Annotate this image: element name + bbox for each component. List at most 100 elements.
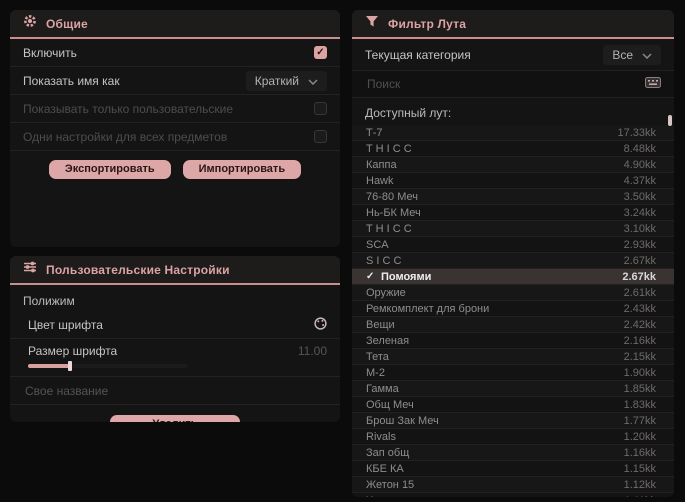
loot-item-name-wrap: Каппа: [366, 159, 397, 171]
loot-item-name: Общ Меч: [366, 398, 414, 411]
loot-item-name-wrap: Нь-БК Меч: [366, 207, 421, 219]
loot-row[interactable]: SCA 2.93kk: [352, 237, 674, 253]
loot-item-value: 1.20kk: [623, 430, 656, 443]
loot-item-name: Тета: [366, 350, 389, 363]
font-size-block: Размер шрифта 11.00: [10, 339, 340, 377]
loot-item-value: 17.33kk: [617, 126, 656, 139]
loot-row[interactable]: Зап общ 1.16kk: [352, 445, 674, 461]
loot-row[interactable]: Брош Зак Меч 1.77kk: [352, 413, 674, 429]
loot-item-value: 1.77kk: [623, 414, 656, 427]
font-size-head: Размер шрифта 11.00: [28, 344, 327, 358]
loot-row[interactable]: Тета 2.15kk: [352, 349, 674, 365]
loot-row[interactable]: Оружие 2.61kk: [352, 285, 674, 301]
loot-row[interactable]: ✓ Помоями 2.67kk: [352, 269, 674, 285]
loot-item-value: 2.16kk: [623, 334, 656, 347]
loot-item-name-wrap: Т-7: [366, 127, 383, 139]
loot-row[interactable]: КБЕ КА 1.15kk: [352, 461, 674, 477]
only-custom-checkbox[interactable]: [314, 102, 327, 115]
show-name-dropdown[interactable]: Краткий: [245, 70, 327, 91]
loot-item-name: Hawk: [366, 174, 394, 187]
loot-row[interactable]: S I C C 2.67kk: [352, 253, 674, 269]
same-settings-label: Одни настройки для всех предметов: [23, 129, 228, 144]
loot-item-value: 1.11kk: [624, 495, 656, 498]
loot-item-name-wrap: Rivals: [366, 431, 396, 443]
loot-item-value: 2.67kk: [622, 270, 656, 283]
chevron-down-icon: [642, 48, 652, 62]
category-dropdown[interactable]: Все: [603, 44, 661, 65]
loot-item-name-wrap: T H I C C: [366, 143, 412, 155]
left-column: Общие Включить ✓ Показать имя как Кратки…: [10, 10, 340, 497]
loot-item-name: Оружие: [366, 286, 406, 299]
loot-row[interactable]: Hawk 4.37kk: [352, 173, 674, 189]
loot-item-name: М-2: [366, 366, 385, 379]
loot-item-value: 2.93kk: [623, 238, 656, 251]
enable-row: Включить ✓: [10, 39, 340, 67]
loot-row[interactable]: Общ Меч 1.83kk: [352, 397, 674, 413]
loot-item-name-wrap: Брош Зак Меч: [366, 415, 439, 427]
loot-item-name: Rivals: [366, 430, 396, 443]
loot-row[interactable]: Каппа 4.90kk: [352, 157, 674, 173]
export-import-row: Экспортировать Импортировать: [10, 151, 340, 179]
same-settings-row: Одни настройки для всех предметов: [10, 123, 340, 151]
loot-row[interactable]: T H I C C 3.10kk: [352, 221, 674, 237]
palette-icon[interactable]: [314, 317, 327, 333]
loot-row[interactable]: T H I C C 8.48kk: [352, 141, 674, 157]
settings-layout: Общие Включить ✓ Показать имя как Кратки…: [10, 10, 674, 497]
loot-item-value: 1.83kk: [623, 398, 656, 411]
loot-item-name: Помоями: [381, 270, 432, 283]
loot-row[interactable]: 76-80 Меч 3.50kk: [352, 189, 674, 205]
font-size-slider[interactable]: [28, 361, 188, 371]
loot-row[interactable]: Вещи 2.42kk: [352, 317, 674, 333]
same-settings-checkbox[interactable]: [314, 130, 327, 143]
loot-item-name-wrap: Hawk: [366, 175, 394, 187]
loot-item-name: Брош Зак Меч: [366, 414, 439, 427]
search-input[interactable]: [365, 76, 609, 92]
delete-button[interactable]: Удалить: [110, 415, 240, 422]
loot-row[interactable]: Гамма 1.85kk: [352, 381, 674, 397]
loot-item-value: 2.67kk: [623, 254, 656, 267]
loot-row[interactable]: Ремкомплект для брони 2.43kk: [352, 301, 674, 317]
loot-filter-panel: Фильтр Лута Текущая категория Все Поиск …: [352, 10, 674, 497]
loot-row[interactable]: Жетон 15 1.12kk: [352, 477, 674, 493]
loot-item-name-wrap: Ремкомплект для брони: [366, 303, 489, 315]
loot-item-name-wrap: Жетон 15: [366, 479, 414, 491]
slider-handle[interactable]: [68, 361, 72, 371]
loot-row[interactable]: Rivals 1.20kk: [352, 429, 674, 445]
loot-item-name: КБЕ КА: [366, 462, 404, 475]
loot-item-name: T H I C C: [366, 222, 412, 235]
loot-item-name-wrap: Тета: [366, 351, 389, 363]
custom-name-input[interactable]: [23, 382, 327, 399]
loot-row[interactable]: М-2 1.90kk: [352, 365, 674, 381]
keyboard-icon[interactable]: [645, 75, 661, 93]
funnel-icon: [365, 15, 379, 33]
loot-item-value: 3.10kk: [623, 222, 656, 235]
loot-row[interactable]: Зеленая 2.16kk: [352, 333, 674, 349]
loot-row[interactable]: Т-7 17.33kk: [352, 125, 674, 141]
loot-item-name: Зеленая: [366, 334, 410, 347]
custom-settings-panel: Пользовательские Настройки Полижим Цвет …: [10, 256, 340, 422]
font-size-value: 11.00: [297, 344, 327, 358]
loot-item-name: SCA: [366, 238, 389, 251]
custom-settings-panel-header: Пользовательские Настройки: [10, 256, 340, 285]
loot-item-value: 2.42kk: [623, 318, 656, 331]
export-button[interactable]: Экспортировать: [48, 160, 171, 179]
loot-row[interactable]: Хлам 1.11kk: [352, 493, 674, 497]
loot-item-name-wrap: ✓ Помоями: [366, 271, 431, 283]
loot-row[interactable]: Нь-БК Меч 3.24kk: [352, 205, 674, 221]
enable-checkbox[interactable]: ✓: [314, 46, 327, 59]
loot-item-value: 1.12kk: [623, 478, 656, 491]
loot-item-name: Вещи: [366, 318, 395, 331]
scrollbar-thumb[interactable]: [668, 115, 672, 126]
import-button[interactable]: Импортировать: [182, 160, 302, 179]
custom-name-row: [10, 377, 340, 405]
loot-item-name: Ремкомплект для брони: [366, 302, 490, 315]
gear-icon: [23, 14, 37, 33]
loot-item-name-wrap: 76-80 Меч: [366, 191, 418, 203]
available-loot-label: Доступный лут:: [365, 106, 452, 120]
loot-item-value: 8.48kk: [623, 142, 656, 155]
loot-item-name-wrap: Зеленая: [366, 335, 409, 347]
loot-item-name-wrap: М-2: [366, 367, 385, 379]
show-name-row: Показать имя как Краткий: [10, 67, 340, 95]
check-icon: ✓: [366, 271, 375, 282]
general-panel: Общие Включить ✓ Показать имя как Кратки…: [10, 10, 340, 247]
